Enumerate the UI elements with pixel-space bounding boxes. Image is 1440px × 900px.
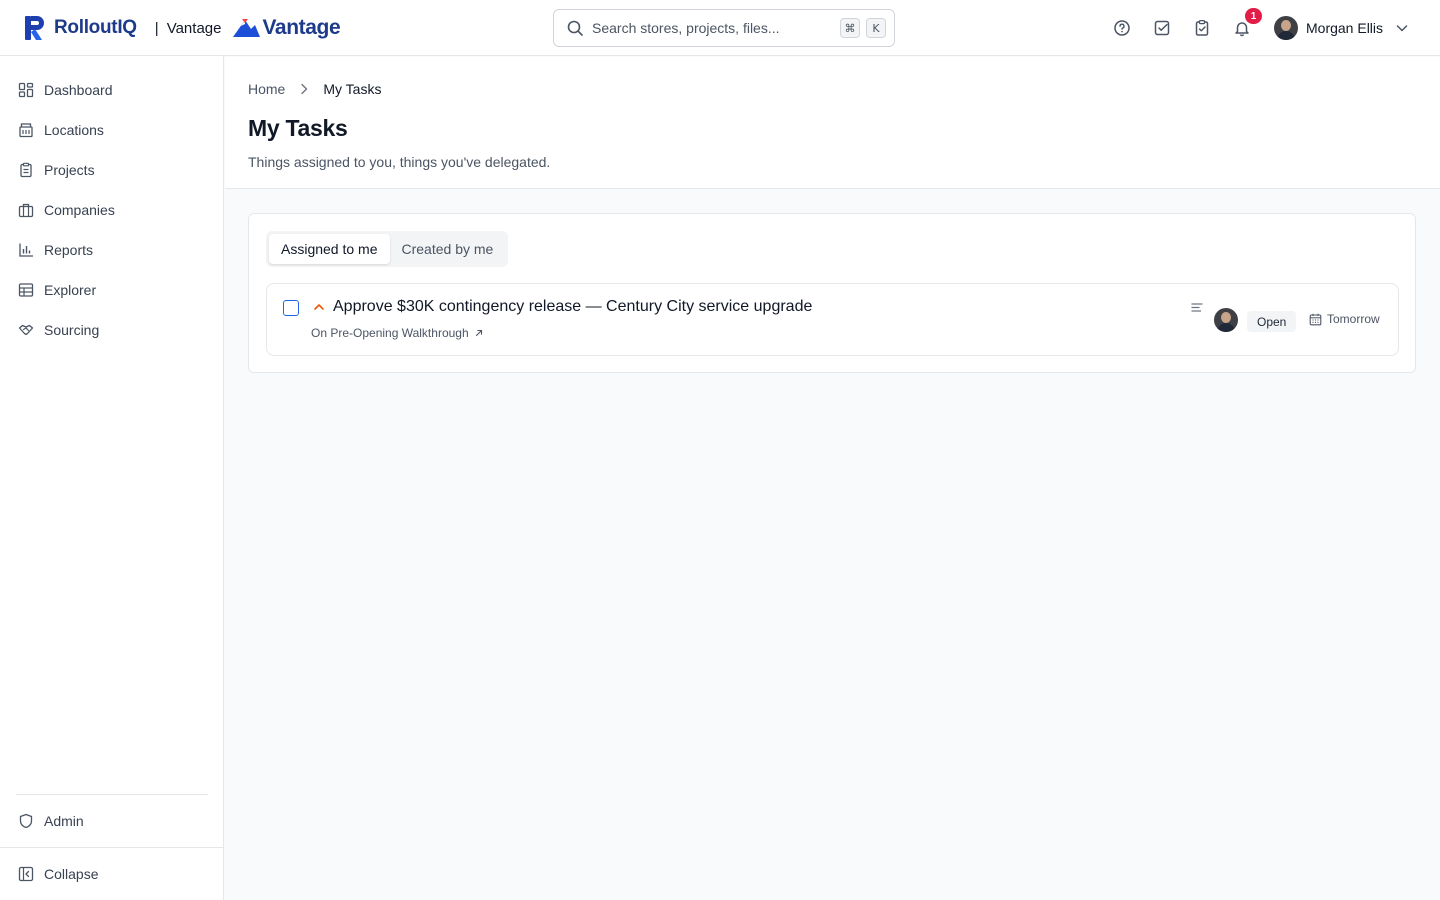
handshake-icon [18, 324, 34, 335]
breadcrumb-current: My Tasks [323, 81, 382, 97]
sidebar-item-reports[interactable]: Reports [0, 232, 224, 268]
brand[interactable]: RolloutIQ | Vantage Vantage [24, 14, 341, 42]
page-subtitle: Things assigned to you, things you've de… [248, 154, 551, 170]
sidebar-item-label: Companies [44, 202, 115, 218]
avatar [1274, 16, 1298, 40]
sidebar-item-label: Sourcing [44, 322, 100, 338]
task-complete-checkbox[interactable] [283, 300, 299, 316]
help-button[interactable] [1112, 18, 1132, 38]
table-icon [18, 283, 34, 297]
tab-created-by-me[interactable]: Created by me [390, 234, 506, 264]
assignee-avatar [1214, 308, 1238, 332]
brand-name: RolloutIQ [54, 17, 137, 38]
clipboard-icon [1195, 19, 1209, 36]
sidebar: Dashboard Locations Projects Companies R… [0, 56, 224, 900]
brand-separator: | [154, 19, 159, 37]
checklist-button[interactable] [1192, 18, 1212, 38]
my-tasks-button[interactable] [1152, 18, 1172, 38]
shortcut-k-key: K [866, 18, 886, 38]
task-row[interactable]: Approve $30K contingency release — Centu… [266, 283, 1399, 356]
shortcut-cmd-key: ⌘ [840, 18, 860, 38]
chevron-down-icon [1396, 25, 1408, 32]
external-link-arrow-icon [475, 329, 482, 337]
task-parent-label: On Pre-Opening Walkthrough [311, 326, 469, 340]
clipboard-icon [20, 162, 32, 178]
due-date[interactable]: Tomorrow [1309, 312, 1380, 326]
dashboard-icon [18, 82, 34, 98]
shield-icon [19, 813, 33, 829]
sidebar-item-companies[interactable]: Companies [0, 192, 224, 228]
sidebar-item-label: Locations [44, 122, 104, 138]
sidebar-item-label: Explorer [44, 282, 97, 298]
task-title[interactable]: Approve $30K contingency release — Centu… [333, 298, 812, 316]
breadcrumb-home-link[interactable]: Home [248, 81, 285, 97]
sidebar-item-label: Projects [44, 162, 95, 178]
page-header: Home My Tasks My Tasks Things assigned t… [225, 57, 1440, 189]
search-input[interactable] [592, 20, 832, 36]
user-menu[interactable]: Morgan Ellis [1274, 16, 1409, 40]
sidebar-collapse-button[interactable]: Collapse [0, 856, 224, 892]
notification-count-badge: 1 [1245, 8, 1262, 24]
tasks-card: Assigned to me Created by me Approve $30… [248, 213, 1416, 373]
vantage-logo: Vantage [231, 16, 341, 40]
rolloutiq-logo-icon [25, 16, 44, 40]
task-check-icon [1154, 20, 1170, 36]
building-icon [19, 123, 33, 138]
sidebar-item-locations[interactable]: Locations [0, 112, 224, 148]
breadcrumb: Home My Tasks [248, 81, 381, 97]
sidebar-item-label: Reports [44, 242, 94, 258]
sidebar-divider [16, 794, 208, 795]
sidebar-divider [0, 847, 224, 848]
bar-chart-icon [19, 243, 34, 257]
vantage-logo-text: Vantage [262, 16, 341, 39]
mountain-icon [233, 19, 261, 37]
status-badge[interactable]: Open [1247, 311, 1297, 332]
collapse-label: Collapse [44, 866, 99, 882]
tenant-name: Vantage [166, 19, 222, 37]
task-tabs: Assigned to me Created by me [266, 231, 509, 267]
sidebar-item-sourcing[interactable]: Sourcing [0, 312, 224, 348]
sidebar-item-projects[interactable]: Projects [0, 152, 224, 188]
global-search[interactable]: ⌘ K [553, 9, 895, 47]
sidebar-item-label: Dashboard [44, 82, 113, 98]
tab-assigned-to-me[interactable]: Assigned to me [269, 234, 390, 264]
sidebar-item-admin[interactable]: Admin [0, 803, 224, 839]
user-name: Morgan Ellis [1306, 20, 1384, 36]
top-bar: RolloutIQ | Vantage Vantage ⌘ K [0, 0, 1440, 56]
due-date-label: Tomorrow [1327, 312, 1380, 326]
calendar-icon [1309, 313, 1322, 325]
priority-high-icon [314, 304, 324, 310]
chevron-right-icon [301, 83, 308, 95]
briefcase-icon [18, 203, 34, 218]
sidebar-item-dashboard[interactable]: Dashboard [0, 72, 224, 108]
page-title: My Tasks [248, 115, 348, 141]
help-icon [1114, 20, 1130, 36]
search-icon [567, 20, 583, 36]
collapse-sidebar-icon [18, 866, 34, 882]
sidebar-item-explorer[interactable]: Explorer [0, 272, 224, 308]
description-icon [1191, 303, 1203, 312]
admin-label: Admin [44, 813, 84, 829]
task-parent-link[interactable]: On Pre-Opening Walkthrough [311, 326, 484, 340]
